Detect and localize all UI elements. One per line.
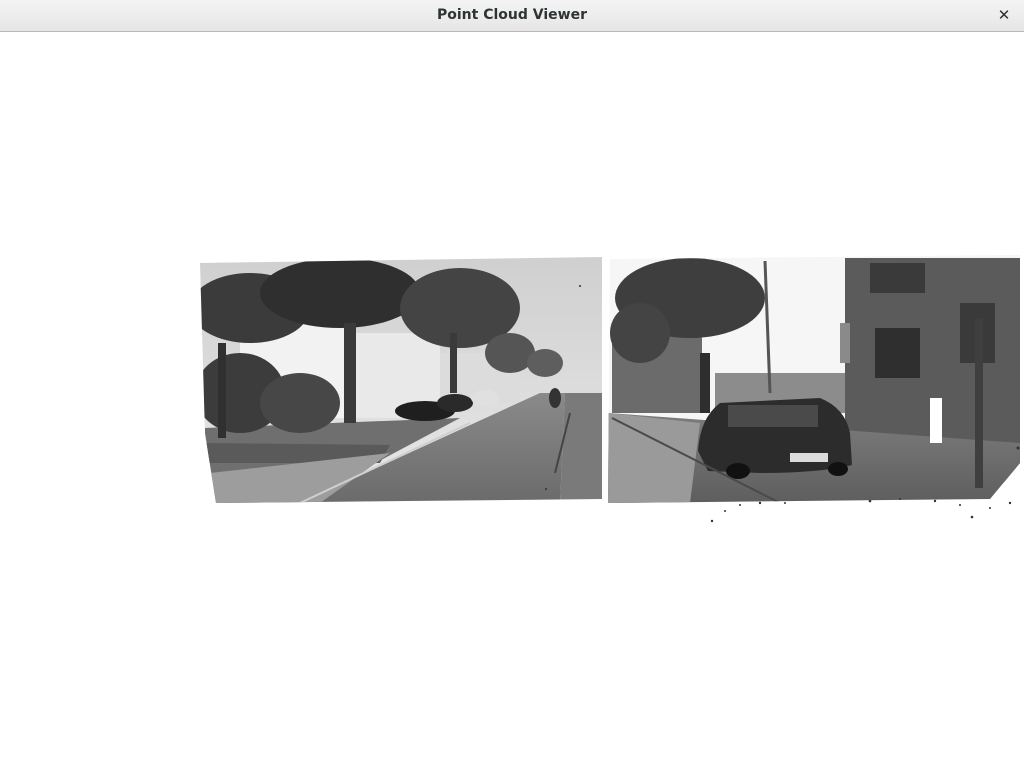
point-cloud-render [200,255,1020,523]
app-window: Point Cloud Viewer ✕ [0,0,1024,784]
point-cloud-viewport[interactable] [0,33,1024,784]
right-scan-patch [608,255,1020,503]
close-icon[interactable]: ✕ [994,5,1014,25]
title-bar[interactable]: Point Cloud Viewer ✕ [0,0,1024,32]
left-scan-patch [200,257,602,503]
window-title: Point Cloud Viewer [437,7,587,23]
